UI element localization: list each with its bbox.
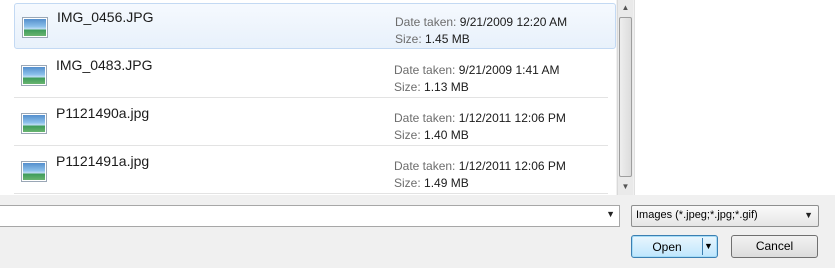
- date-taken: Date taken: 9/21/2009 12:20 AM: [395, 15, 567, 29]
- file-size: Size: 1.45 MB: [395, 32, 470, 46]
- file-size: Size: 1.40 MB: [394, 128, 469, 142]
- file-item[interactable]: IMG_0456.JPG Date taken: 9/21/2009 12:20…: [14, 3, 616, 49]
- date-taken: Date taken: 1/12/2011 12:06 PM: [394, 111, 566, 125]
- date-taken-value: 9/21/2009 12:20 AM: [459, 15, 568, 29]
- cancel-button[interactable]: Cancel: [731, 235, 818, 258]
- scroll-down-icon[interactable]: ▼: [618, 179, 633, 195]
- file-size-value: 1.13 MB: [424, 80, 469, 94]
- scroll-up-icon[interactable]: ▲: [618, 0, 633, 16]
- date-taken: Date taken: 9/21/2009 1:41 AM: [394, 63, 559, 77]
- open-button[interactable]: Open ▼: [631, 235, 718, 258]
- file-name: IMG_0483.JPG: [56, 57, 153, 73]
- date-taken-label: Date taken:: [395, 15, 457, 29]
- image-thumbnail-icon: [21, 113, 47, 134]
- date-taken-value: 9/21/2009 1:41 AM: [458, 63, 560, 77]
- open-button-label: Open: [652, 240, 682, 254]
- file-size-label: Size:: [394, 128, 421, 142]
- file-size-value: 1.40 MB: [424, 128, 469, 142]
- date-taken-label: Date taken:: [394, 159, 456, 173]
- file-size-label: Size:: [394, 176, 421, 190]
- chevron-down-icon[interactable]: ▼: [704, 241, 713, 251]
- split-divider: [702, 238, 703, 255]
- file-name: P1121490a.jpg: [56, 105, 150, 121]
- file-name: IMG_0456.JPG: [57, 9, 154, 25]
- file-item[interactable]: IMG_0483.JPG Date taken: 9/21/2009 1:41 …: [14, 52, 608, 98]
- file-list[interactable]: IMG_0456.JPG Date taken: 9/21/2009 12:20…: [0, 0, 616, 195]
- date-taken-label: Date taken:: [394, 111, 456, 125]
- chevron-down-icon: ▼: [804, 210, 813, 220]
- scrollbar-thumb[interactable]: [619, 17, 632, 177]
- file-name-combobox[interactable]: ▼: [0, 205, 620, 227]
- date-taken: Date taken: 1/12/2011 12:06 PM: [394, 159, 566, 173]
- image-thumbnail-icon: [21, 65, 47, 86]
- file-size: Size: 1.49 MB: [394, 176, 469, 190]
- image-thumbnail-icon: [21, 161, 47, 182]
- file-name: P1121491a.jpg: [56, 153, 150, 169]
- chevron-down-icon[interactable]: ▼: [606, 209, 615, 219]
- image-thumbnail-icon: [22, 17, 48, 38]
- file-size-label: Size:: [395, 32, 422, 46]
- file-size: Size: 1.13 MB: [394, 80, 469, 94]
- file-size-label: Size:: [394, 80, 421, 94]
- file-size-value: 1.45 MB: [425, 32, 470, 46]
- vertical-scrollbar[interactable]: ▲ ▼: [617, 0, 633, 195]
- date-taken-value: 1/12/2011 12:06 PM: [458, 111, 566, 125]
- file-type-value: Images (*.jpeg;*.jpg;*.gif): [636, 209, 758, 221]
- file-item[interactable]: P1121490a.jpg Date taken: 1/12/2011 12:0…: [14, 100, 608, 146]
- file-size-value: 1.49 MB: [424, 176, 469, 190]
- date-taken-label: Date taken:: [394, 63, 456, 77]
- preview-pane: [634, 0, 835, 195]
- file-type-select[interactable]: Images (*.jpeg;*.jpg;*.gif) ▼: [631, 205, 819, 227]
- date-taken-value: 1/12/2011 12:06 PM: [458, 159, 566, 173]
- file-item[interactable]: P1121491a.jpg Date taken: 1/12/2011 12:0…: [14, 148, 608, 194]
